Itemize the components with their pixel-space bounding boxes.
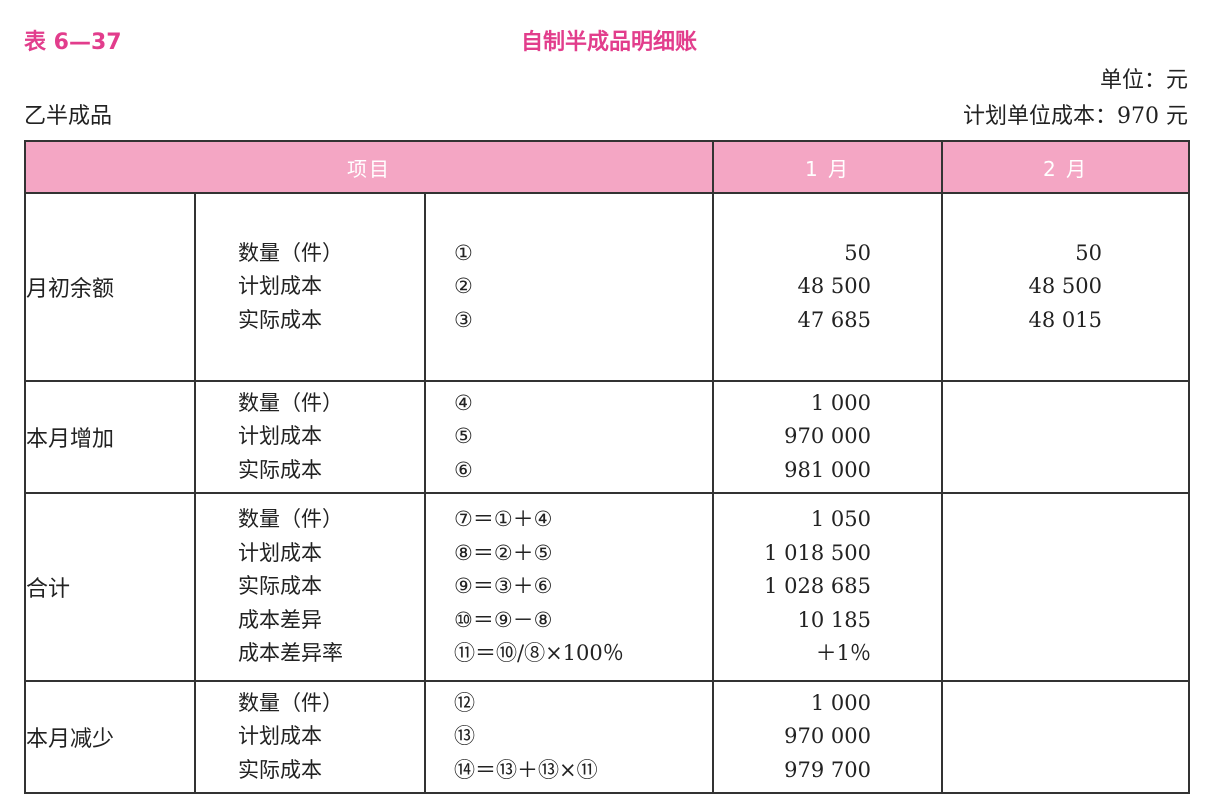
cell-m2: 50 48 500 48 015 [941, 192, 1191, 382]
cell-m2 [941, 492, 1191, 682]
line-items: 计划成本 [238, 724, 322, 749]
line-items: 成本差异率 [238, 641, 343, 666]
line-formula: ⑩＝⑨－⑧ [454, 607, 553, 632]
cell-formula: ① ② ③ [423, 192, 715, 382]
line-items: 计划成本 [238, 424, 322, 449]
line-m1: 1 000 [810, 390, 872, 415]
line-m1: 50 [844, 240, 872, 265]
line-formula: ③ [454, 307, 473, 332]
line-m2 [943, 420, 1188, 454]
product-name: 乙半成品 [24, 104, 113, 129]
line-m1: 1 018 500 [764, 540, 872, 565]
line-m1: 1 028 685 [764, 574, 872, 599]
line-m2 [943, 503, 1188, 537]
table-row: 合计 数量（件） 计划成本实际成本成本差异成本差异率 ⑦＝①＋④ ⑧＝②＋⑤ ⑨＝③＋⑥ ⑩… [24, 492, 1191, 682]
line-m1: ＋1％ [815, 641, 872, 666]
line-m1: 970 000 [784, 724, 872, 749]
table-row: 本月减少 数量（件） 计划成本实际成本 ⑫ ⑬ ⑭＝⑬＋⑬×⑪ 1 000 970 000 97… [24, 680, 1191, 794]
line-m2: 50 [1075, 240, 1103, 265]
line-formula: ⑧＝②＋⑤ [454, 540, 553, 565]
line-m2: 48 500 [1028, 274, 1103, 299]
cell-items: 数量（件） 计划成本实际成本 [194, 192, 426, 382]
line-formula: ⑦＝①＋④ [454, 507, 553, 532]
line-m2: 48 015 [1028, 307, 1103, 332]
header-item: 项目 [23, 140, 715, 194]
line-m2 [943, 537, 1188, 571]
cell-m1: 1 000 970 000 981 000 [712, 380, 944, 494]
line-items: 实际成本 [238, 757, 322, 782]
line-items: 数量（件） [238, 390, 343, 415]
table-title: 自制半成品明细账 [520, 30, 697, 55]
line-formula: ⑥ [454, 457, 473, 482]
line-m2 [943, 637, 1188, 671]
line-items: 实际成本 [238, 574, 322, 599]
line-m2 [943, 687, 1188, 721]
cell-items: 数量（件） 计划成本实际成本 [194, 380, 426, 494]
cell-m1: 50 48 500 47 685 [712, 192, 944, 382]
line-m1: 981 000 [784, 457, 872, 482]
line-m2 [943, 570, 1188, 604]
cell-m2 [941, 380, 1191, 494]
line-formula: ⑭＝⑬＋⑬×⑪ [454, 757, 598, 782]
line-m2 [943, 387, 1188, 421]
line-m2 [943, 720, 1188, 754]
line-m2 [943, 604, 1188, 638]
table-row: 本月增加 数量（件） 计划成本实际成本 ④ ⑤ ⑥ 1 000 970 000 981 000 [24, 380, 1191, 494]
line-items: 实际成本 [238, 307, 322, 332]
cell-m1: 1 000 970 000 979 700 [712, 680, 944, 794]
line-items: 成本差异 [238, 607, 322, 632]
line-items: 数量（件） [238, 507, 343, 532]
line-m1: 47 685 [797, 307, 872, 332]
header-month2: 2 月 [941, 140, 1191, 194]
line-items: 计划成本 [238, 540, 322, 565]
line-m1: 970 000 [784, 424, 872, 449]
unit-label: 单位：元 [1099, 68, 1188, 93]
table-header-row: 项目 1 月 2 月 [23, 140, 1191, 194]
ledger-body: 月初余额 数量（件） 计划成本 实际成本 ① ② ③ 50 48 500 47 685 50 48 5… [24, 192, 1191, 794]
group-name: 合计 [24, 492, 196, 682]
line-formula: ⑬ [454, 724, 475, 749]
plan-unit-cost: 计划单位成本：970 元 [963, 104, 1188, 129]
line-formula: ⑤ [454, 424, 473, 449]
cell-formula: ⑦＝①＋④ ⑧＝②＋⑤ ⑨＝③＋⑥ ⑩＝⑨－⑧ ⑪＝⑩/⑧×100％ [423, 492, 715, 682]
line-formula: ⑫ [454, 690, 475, 715]
group-name: 月初余额 [24, 192, 196, 382]
line-formula: ② [454, 274, 473, 299]
line-formula: ① [454, 240, 473, 265]
line-items: 数量（件） [238, 690, 343, 715]
cell-formula: ④ ⑤ ⑥ [423, 380, 715, 494]
cell-m1: 1 050 1 018 500 1 028 685 10 185 ＋1％ [712, 492, 944, 682]
cell-m2 [941, 680, 1191, 794]
table-row: 月初余额 数量（件） 计划成本实际成本 ① ② ③ 50 48 500 47 685 50 48 5… [24, 192, 1191, 382]
line-m1: 48 500 [797, 274, 872, 299]
group-name: 本月增加 [24, 380, 196, 494]
line-m2 [943, 754, 1188, 788]
line-items: 计划成本 [238, 274, 322, 299]
line-m1: 1 000 [810, 690, 872, 715]
ledger-table: 项目 1 月 2 月 月初余额 数量（件） 计划成本 实际成本 ① ② ③ 50 48 500 4… [23, 140, 1191, 794]
line-m1: 979 700 [784, 757, 872, 782]
header-month1: 1 月 [712, 140, 944, 194]
line-items: 数量（件） [238, 240, 343, 265]
line-m1: 1 050 [810, 507, 872, 532]
line-items: 实际成本 [238, 457, 322, 482]
group-name: 本月减少 [24, 680, 196, 794]
line-formula: ⑨＝③＋⑥ [454, 574, 553, 599]
cell-items: 数量（件） 计划成本实际成本 [194, 680, 426, 794]
cell-items: 数量（件） 计划成本实际成本成本差异成本差异率 [194, 492, 426, 682]
cell-formula: ⑫ ⑬ ⑭＝⑬＋⑬×⑪ [423, 680, 715, 794]
line-m2 [943, 454, 1188, 488]
line-m1: 10 185 [797, 607, 872, 632]
line-formula: ⑪＝⑩/⑧×100％ [454, 641, 624, 666]
line-formula: ④ [454, 390, 473, 415]
